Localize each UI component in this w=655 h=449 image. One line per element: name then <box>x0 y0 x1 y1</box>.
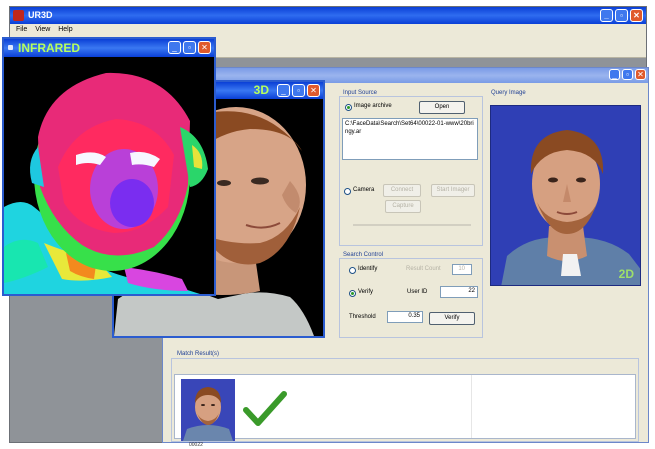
identify-radio[interactable] <box>349 267 356 274</box>
menu-view[interactable]: View <box>35 26 50 33</box>
user-id-field[interactable]: 22 <box>440 286 478 298</box>
infrared-face-render[interactable] <box>4 57 214 294</box>
result-count-field[interactable]: 10 <box>452 264 472 275</box>
restore-icon[interactable]: ▫ <box>615 9 628 22</box>
restore-icon[interactable]: ▫ <box>292 84 305 97</box>
camera-radio[interactable] <box>344 188 351 195</box>
restore-icon[interactable]: ▫ <box>183 41 196 54</box>
user-id-label: User ID <box>407 289 428 295</box>
app-title: UR3D <box>28 10 53 20</box>
app-titlebar[interactable]: UR3D _ ▫ ✕ <box>10 7 646 24</box>
query-2d-badge: 2D <box>618 267 634 281</box>
close-icon[interactable]: ✕ <box>630 9 643 22</box>
app-logo-icon <box>13 10 24 21</box>
check-icon <box>243 391 287 426</box>
camera-label: Camera <box>353 187 375 193</box>
open-button[interactable]: Open <box>419 101 465 114</box>
close-icon[interactable]: ✕ <box>198 41 211 54</box>
window-infrared-label: INFRARED <box>18 41 80 55</box>
verify-button[interactable]: Verify <box>429 312 475 325</box>
result-count-label: Result Count <box>406 266 441 272</box>
minimize-icon[interactable]: _ <box>168 41 181 54</box>
identify-label: Identify <box>358 266 378 272</box>
screen: UR3D _ ▫ ✕ File View Help _ ▫ ✕ Input So… <box>0 0 655 449</box>
window-3d-label: 3D <box>253 83 269 97</box>
match-id: 00022 <box>189 442 203 448</box>
window-infrared-controls: _ ▫ ✕ <box>168 41 211 54</box>
query-face-photo <box>491 106 640 285</box>
capture-button[interactable]: Capture <box>385 200 421 213</box>
match-thumbnail[interactable] <box>181 379 235 441</box>
window-icon <box>8 45 13 50</box>
menu-help[interactable]: Help <box>58 26 72 33</box>
close-icon[interactable]: ✕ <box>635 69 646 80</box>
restore-icon[interactable]: ▫ <box>622 69 633 80</box>
start-imager-button[interactable]: Start Imager <box>431 184 475 197</box>
match-face-photo <box>181 379 235 441</box>
menubar: File View Help <box>10 24 646 36</box>
verify-radio-label: Verify <box>358 289 374 295</box>
minimize-icon[interactable]: _ <box>609 69 620 80</box>
close-icon[interactable]: ✕ <box>307 84 320 97</box>
app-window-controls: _ ▫ ✕ <box>600 9 643 22</box>
window-infrared: INFRARED _ ▫ ✕ <box>2 37 216 296</box>
results-divider <box>471 375 472 438</box>
window-infrared-titlebar[interactable]: INFRARED _ ▫ ✕ <box>4 39 214 57</box>
query-image-label: Query Image <box>491 90 526 96</box>
archive-path-field[interactable]: C:\FaceData\Search\Set64\00022-01-www\20… <box>342 118 478 160</box>
query-image: 2D <box>490 105 641 286</box>
minimize-icon[interactable]: _ <box>600 9 613 22</box>
threshold-label: Threshold <box>349 314 376 320</box>
exposure-slider[interactable] <box>353 224 471 226</box>
menu-file[interactable]: File <box>16 26 27 33</box>
recognition-window-controls: _ ▫ ✕ <box>609 69 646 80</box>
minimize-icon[interactable]: _ <box>277 84 290 97</box>
window-3d-controls: _ ▫ ✕ <box>277 84 320 97</box>
verify-radio[interactable] <box>349 290 356 297</box>
match-results-list[interactable]: 00022 <box>174 374 636 448</box>
match-results-label: Match Result(s) <box>177 351 220 357</box>
threshold-field[interactable]: 0.35 <box>387 311 423 323</box>
image-archive-label: Image archive <box>354 103 392 109</box>
connect-button[interactable]: Connect <box>383 184 421 197</box>
image-archive-radio[interactable] <box>345 104 352 111</box>
